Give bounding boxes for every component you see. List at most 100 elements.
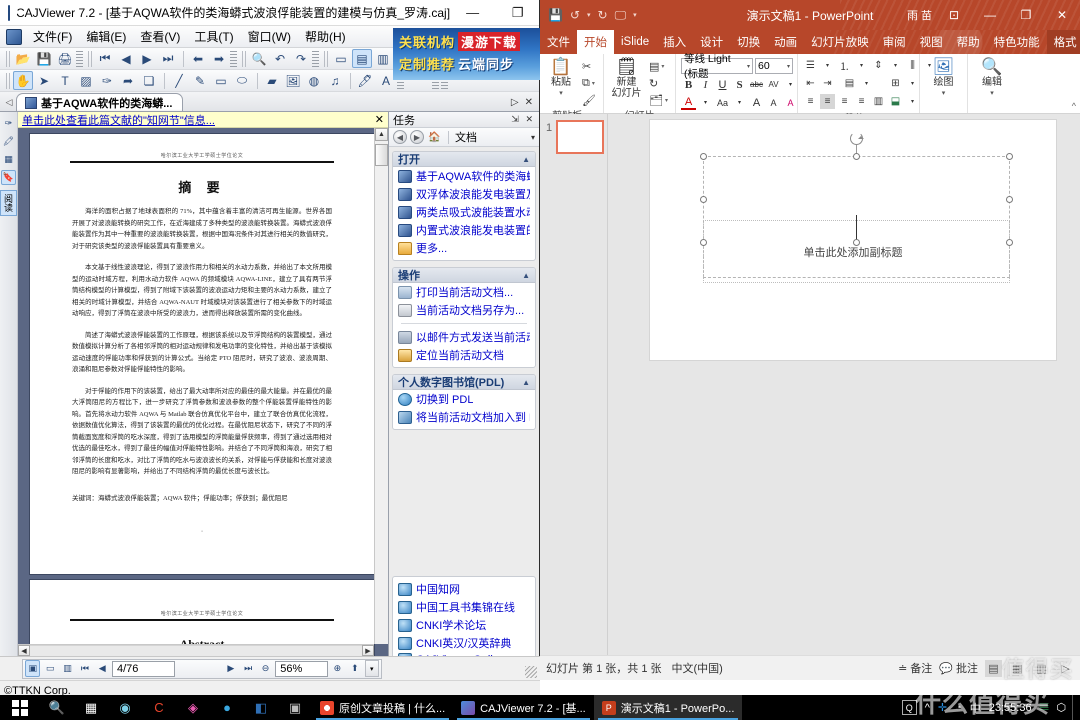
show-desktop-button[interactable] bbox=[1072, 695, 1080, 720]
app-icon-1[interactable]: ◉ bbox=[108, 695, 142, 720]
tab-special[interactable]: 特色功能 bbox=[987, 30, 1047, 54]
tab-slideshow[interactable]: 幻灯片放映 bbox=[804, 30, 876, 54]
text-align-vertical-icon[interactable]: ▤ bbox=[842, 76, 857, 91]
resize-handle-mr[interactable] bbox=[1006, 196, 1013, 203]
cajviewer-document-area[interactable]: 单击此处查看此篇文献的"知网节"信息... ✕ 哈尔滨工业大学工学硕士学位论文 … bbox=[18, 112, 389, 656]
zoom-in-button[interactable]: ⊕ bbox=[330, 660, 345, 677]
list-item[interactable]: 将当前活动文档加入到 PDL bbox=[393, 408, 535, 429]
picture-icon[interactable]: 🖼 bbox=[283, 71, 303, 90]
task-view-icon[interactable]: ▦ bbox=[74, 695, 108, 720]
restore-button[interactable]: ❐ bbox=[1012, 8, 1040, 22]
first-page-button[interactable]: ⏮ bbox=[77, 660, 92, 677]
comments-button[interactable]: 💬 批注 bbox=[939, 660, 978, 676]
tab-design[interactable]: 设计 bbox=[693, 30, 730, 54]
zoom-out-icon[interactable]: ↶ bbox=[270, 49, 290, 68]
hscroll-track[interactable] bbox=[30, 645, 362, 656]
tab-animations[interactable]: 动画 bbox=[767, 30, 804, 54]
close-button[interactable]: ✕ bbox=[1048, 8, 1076, 22]
tray-overflow-icon[interactable]: ^ bbox=[925, 702, 930, 714]
chevron-down-icon[interactable]: ▾ bbox=[559, 89, 563, 97]
chevron-down-icon[interactable]: ▾ bbox=[905, 76, 920, 91]
select-tool-icon[interactable]: ➤ bbox=[34, 71, 54, 90]
scroll-left-arrow[interactable]: ◀ bbox=[18, 645, 30, 656]
scroll-up-arrow[interactable]: ▲ bbox=[375, 128, 388, 141]
tab-insert[interactable]: 插入 bbox=[656, 30, 693, 54]
chevron-down-icon[interactable]: ▾ bbox=[859, 76, 874, 91]
task-pane-pin[interactable]: ⇲ bbox=[511, 114, 521, 124]
chevron-down-icon[interactable]: ▾ bbox=[942, 89, 946, 97]
resize-handle-bm[interactable] bbox=[853, 239, 860, 246]
chevron-down-icon[interactable]: ▾ bbox=[888, 58, 903, 73]
resize-handle-tm[interactable] bbox=[853, 153, 860, 160]
tab-islide[interactable]: iSlide bbox=[614, 30, 656, 54]
print-icon[interactable]: 🖨 bbox=[55, 49, 75, 68]
bookmarks-icon[interactable]: 🔖 bbox=[1, 170, 16, 185]
new-slide-button[interactable]: 🗒 新建 幻灯片 bbox=[609, 57, 644, 99]
toolbar-overflow-2[interactable] bbox=[230, 50, 237, 67]
text-shadow-button[interactable]: S bbox=[732, 77, 747, 92]
list-item[interactable]: 中国知网 bbox=[393, 580, 535, 598]
section-button[interactable]: 🗂 ▾ bbox=[647, 92, 670, 108]
chevron-down-icon[interactable]: ▾ bbox=[698, 95, 713, 110]
drawing-button[interactable]: 🖼 绘图 ▾ bbox=[925, 57, 962, 97]
slide-sorter-icon[interactable]: ▦ bbox=[1009, 660, 1026, 677]
resize-handle-ml[interactable] bbox=[700, 196, 707, 203]
task-forward-button[interactable]: ▶ bbox=[410, 130, 424, 144]
list-item[interactable]: 定位当前活动文档 bbox=[393, 346, 535, 367]
home-icon[interactable]: 🏠 bbox=[427, 130, 442, 144]
list-item[interactable]: 当前活动文档另存为... bbox=[393, 301, 535, 319]
document-horizontal-scrollbar[interactable]: ◀ ▶ bbox=[18, 644, 374, 656]
italic-button[interactable]: I bbox=[698, 77, 713, 92]
strikethrough-button[interactable]: abc bbox=[749, 77, 764, 92]
document-tab[interactable]: 基于AQWA软件的类海蟒... bbox=[16, 93, 184, 111]
chevron-down-icon[interactable]: ▾ bbox=[732, 95, 747, 110]
font-size-combo[interactable]: 60 ▾ bbox=[755, 58, 793, 74]
app-icon-3[interactable]: ◈ bbox=[176, 695, 210, 720]
windows-start-icon[interactable] bbox=[0, 695, 40, 720]
toolbar-overflow-3[interactable] bbox=[312, 50, 319, 67]
reading-view-icon[interactable]: ▥ bbox=[1033, 660, 1050, 677]
language-label[interactable]: 中文(中国) bbox=[672, 660, 723, 676]
numbering-icon[interactable]: ⒈ bbox=[837, 58, 852, 73]
fit-width-icon[interactable]: ▭ bbox=[42, 660, 57, 677]
toolbar2-grip[interactable] bbox=[6, 72, 10, 89]
last-page-icon[interactable]: ⏭ bbox=[158, 49, 178, 68]
chevron-down-icon[interactable]: ▾ bbox=[820, 58, 835, 73]
document-vertical-scrollbar[interactable]: ▲ bbox=[374, 128, 388, 644]
align-text-icon[interactable]: ⬓ bbox=[888, 94, 903, 109]
tray-app-icon[interactable]: Q bbox=[901, 700, 917, 715]
justify-icon[interactable]: ≡ bbox=[854, 94, 869, 109]
account-name[interactable]: 雨 苗 bbox=[907, 7, 932, 23]
tab-file[interactable]: 文件 bbox=[540, 30, 577, 54]
zoom-in-icon[interactable]: ↷ bbox=[291, 49, 311, 68]
layout-button[interactable]: ▤ ▾ bbox=[647, 58, 670, 74]
paste-button[interactable]: 📋 粘贴 ▾ bbox=[545, 57, 577, 97]
list-item[interactable]: 更多... bbox=[393, 239, 535, 260]
single-page-view-icon[interactable]: ▭ bbox=[331, 49, 351, 68]
taskbar-app-cajviewer[interactable]: CAJViewer 7.2 - [基... bbox=[453, 695, 594, 720]
resize-handle-tr[interactable] bbox=[1006, 153, 1013, 160]
list-item[interactable]: 切换到 PDL bbox=[393, 390, 535, 408]
next-page-icon[interactable]: ▶ bbox=[137, 49, 157, 68]
resize-handle-tl[interactable] bbox=[700, 153, 707, 160]
rotate-button[interactable]: ⬆ bbox=[347, 660, 362, 677]
slideshow-icon[interactable]: ▷ bbox=[1057, 660, 1074, 677]
text-direction-icon[interactable]: ⫼ bbox=[905, 58, 920, 73]
volume-icon[interactable]: 𝄙 bbox=[1040, 701, 1049, 714]
first-page-icon[interactable]: ⏮ bbox=[95, 49, 115, 68]
text-select-icon[interactable]: T bbox=[55, 71, 75, 90]
list-item[interactable]: CNKI英汉/汉英辞典 bbox=[393, 634, 535, 652]
chevron-down-icon[interactable]: ▾ bbox=[744, 63, 750, 70]
fit-visible-icon[interactable]: ▥ bbox=[60, 660, 75, 677]
chevron-down-icon[interactable]: ▾ bbox=[665, 97, 668, 104]
toolbar-grip-2[interactable] bbox=[88, 50, 92, 67]
slide-editing-surface[interactable]: 单击此处添加副标题 bbox=[650, 120, 1056, 360]
decrease-font-size-button[interactable]: A bbox=[766, 95, 781, 110]
stamp-icon[interactable]: ❏ bbox=[139, 71, 159, 90]
prev-page-icon[interactable]: ◀ bbox=[116, 49, 136, 68]
rotate-handle[interactable] bbox=[850, 132, 864, 145]
align-right-icon[interactable]: ≡ bbox=[837, 94, 852, 109]
search-icon[interactable]: 🔍 bbox=[40, 695, 74, 720]
tab-review[interactable]: 审阅 bbox=[876, 30, 913, 54]
sound-icon[interactable]: ♫ bbox=[325, 71, 345, 90]
